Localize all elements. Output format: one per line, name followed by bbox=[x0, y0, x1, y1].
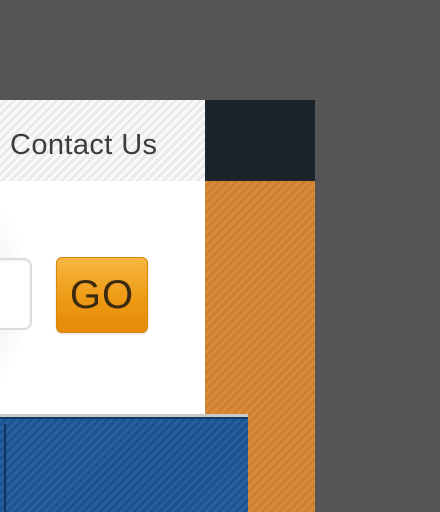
header-dark-bar bbox=[205, 100, 315, 181]
nav-link-contact-us[interactable]: Contact Us bbox=[10, 131, 157, 160]
go-button[interactable]: GO bbox=[56, 257, 148, 333]
page-canvas: Contact Us GO bbox=[0, 0, 440, 512]
search-input[interactable] bbox=[0, 258, 32, 330]
banner-divider bbox=[4, 424, 6, 512]
blue-banner bbox=[0, 417, 248, 512]
